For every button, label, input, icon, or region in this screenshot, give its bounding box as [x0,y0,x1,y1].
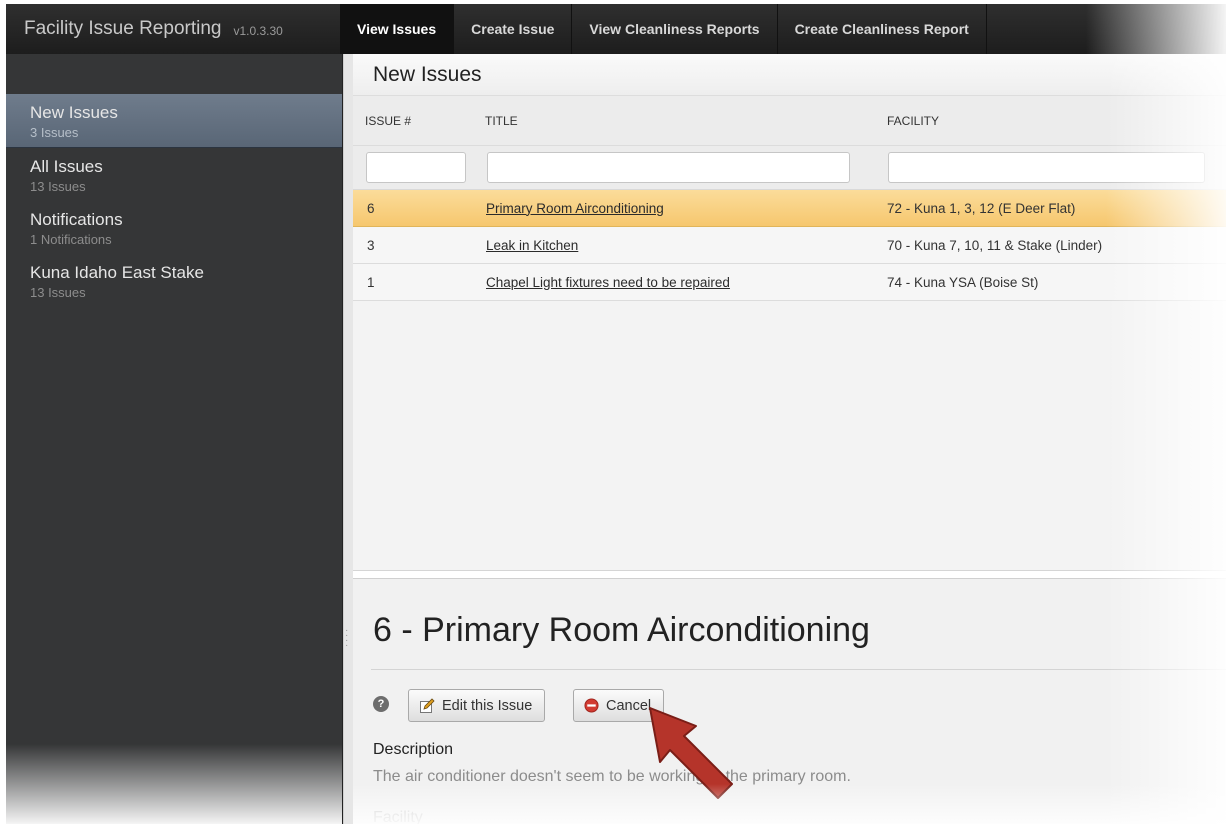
sidebar-item-label: All Issues [30,157,103,176]
cancel-circle-icon [584,698,599,713]
column-header-title[interactable]: TITLE [473,114,875,128]
pointer-arrow-icon [649,707,733,799]
sidebar: New Issues 3 Issues All Issues 13 Issues… [6,54,343,824]
issue-title-link[interactable]: Chapel Light fixtures need to be repaire… [473,275,875,290]
column-header-issue[interactable]: ISSUE # [353,114,473,128]
sidebar-item-label: Kuna Idaho East Stake [30,263,204,282]
description-label: Description [373,741,454,758]
description-text: The air conditioner doesn't seem to be w… [373,768,851,785]
help-icon[interactable]: ? [373,696,389,712]
issue-detail-pane: 6 - Primary Room Airconditioning ? Edit … [353,578,1226,824]
sidebar-item-all-issues[interactable]: All Issues 13 Issues [6,148,342,201]
table-header: ISSUE # TITLE FACILITY [353,96,1226,146]
list-empty-area [353,301,1226,571]
facility-label: Facility [373,809,423,824]
app-version: v1.0.3.30 [233,24,283,38]
sidebar-item-count: 13 Issues [30,179,86,194]
filter-row [353,146,1226,190]
sidebar-item-new-issues[interactable]: New Issues 3 Issues [6,94,342,148]
edit-icon [419,697,435,714]
cell-issue: 3 [367,237,375,253]
top-nav-bar: Facility Issue Reporting v1.0.3.30 View … [6,4,1226,54]
main-panel: New Issues ISSUE # TITLE FACILITY 6 Prim… [353,54,1226,824]
nav-view-cleanliness-reports[interactable]: View Cleanliness Reports [572,4,778,54]
table-row[interactable]: 6 Primary Room Airconditioning 72 - Kuna… [353,190,1226,227]
cell-facility: 70 - Kuna 7, 10, 11 & Stake (Linder) [887,237,1103,253]
sidebar-item-kuna-idaho-east-stake[interactable]: Kuna Idaho East Stake 13 Issues [6,254,342,307]
nav-create-issue[interactable]: Create Issue [454,4,573,54]
sidebar-item-notifications[interactable]: Notifications 1 Notifications [6,201,342,254]
edit-issue-button[interactable]: Edit this Issue [408,689,546,722]
divider [371,669,1226,670]
sidebar-item-count: 13 Issues [30,285,86,300]
sidebar-item-count: 3 Issues [30,125,79,140]
edit-issue-label: Edit this Issue [442,697,533,714]
issue-title-link[interactable]: Primary Room Airconditioning [473,201,875,216]
filter-facility-input[interactable] [888,152,1205,183]
filter-issue-input[interactable] [366,152,466,183]
cell-issue: 1 [367,274,375,290]
app-title: Facility Issue Reporting [24,18,222,39]
cell-facility: 72 - Kuna 1, 3, 12 (E Deer Flat) [887,200,1076,216]
cell-issue: 6 [367,200,375,216]
topbar-fade [1086,4,1226,54]
table-row[interactable]: 1 Chapel Light fixtures need to be repai… [353,264,1226,301]
nav-view-issues[interactable]: View Issues [340,4,455,54]
cell-facility: 74 - Kuna YSA (Boise St) [887,274,1039,290]
sidebar-item-label: Notifications [30,210,123,229]
filter-title-input[interactable] [487,152,850,183]
app-window: Facility Issue Reporting v1.0.3.30 View … [0,0,1226,824]
brand: Facility Issue Reporting v1.0.3.30 [6,4,340,54]
sidebar-header [6,54,342,94]
sidebar-item-label: New Issues [30,103,118,122]
sidebar-item-count: 1 Notifications [30,232,112,247]
issue-title-link[interactable]: Leak in Kitchen [473,238,875,253]
table-row[interactable]: 3 Leak in Kitchen 70 - Kuna 7, 10, 11 & … [353,227,1226,264]
column-header-facility[interactable]: FACILITY [875,114,939,128]
pane-splitter[interactable] [343,54,353,824]
splitter-grip-icon[interactable]: · · · · [345,626,348,651]
page-title: New Issues [353,54,1226,96]
nav-create-cleanliness-report[interactable]: Create Cleanliness Report [778,4,987,54]
sidebar-fade [6,744,342,824]
issue-detail-title: 6 - Primary Room Airconditioning [373,611,870,649]
